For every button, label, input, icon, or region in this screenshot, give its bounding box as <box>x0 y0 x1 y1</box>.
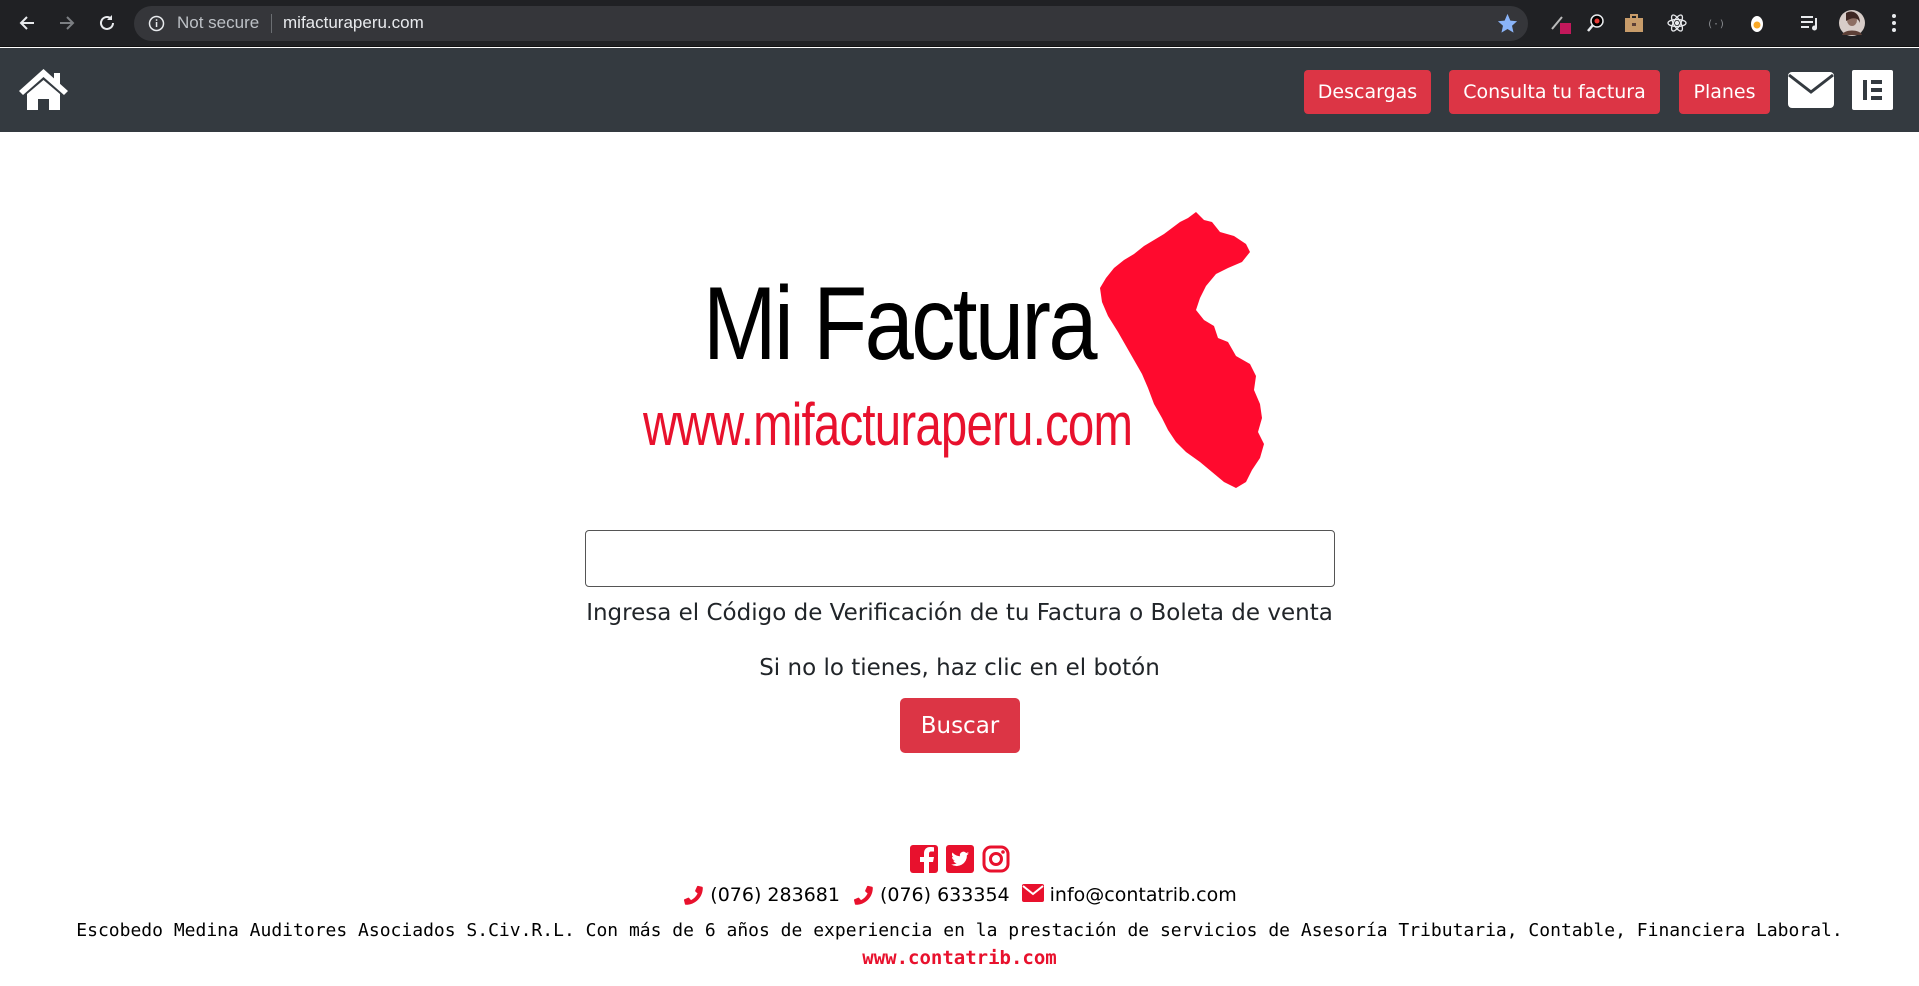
phone-number-1[interactable]: (076) 283681 <box>710 884 840 906</box>
peru-map-icon <box>1100 212 1264 488</box>
logo-url: www.mifacturaperu.com <box>643 391 1133 458</box>
phone-icon <box>852 884 874 906</box>
verification-code-input[interactable] <box>585 530 1335 587</box>
hint-text: Si no lo tienes, haz clic en el botón <box>759 655 1160 681</box>
reload-icon[interactable] <box>94 10 120 36</box>
forward-icon[interactable] <box>54 10 80 36</box>
contatrib-link[interactable]: www.contatrib.com <box>0 947 1919 969</box>
envelope-icon[interactable] <box>1788 72 1834 108</box>
contact-row: (076) 283681 (076) 633354 info@contatrib… <box>0 884 1919 906</box>
svg-text:(·): (·) <box>1707 19 1725 30</box>
info-icon[interactable] <box>148 15 165 32</box>
back-icon[interactable] <box>14 10 40 36</box>
help-text: Ingresa el Código de Verificación de tu … <box>586 600 1333 626</box>
url-text[interactable]: mifacturaperu.com <box>283 13 424 33</box>
playlist-extension-icon[interactable] <box>1798 11 1822 35</box>
egg-extension-icon[interactable] <box>1745 11 1769 35</box>
descargas-button[interactable]: Descargas <box>1304 70 1431 114</box>
security-label[interactable]: Not secure <box>177 13 259 33</box>
planes-button[interactable]: Planes <box>1679 70 1770 114</box>
browser-toolbar: Not secure mifacturaperu.com (·) <box>0 0 1919 47</box>
twitter-icon[interactable] <box>946 845 974 873</box>
email-link[interactable]: info@contatrib.com <box>1050 884 1237 906</box>
pen-extension-icon[interactable] <box>1548 11 1572 35</box>
facebook-icon[interactable] <box>910 845 938 873</box>
site-navbar: Descargas Consulta tu factura Planes <box>0 48 1919 132</box>
address-separator <box>271 14 272 33</box>
phone-icon <box>682 884 704 906</box>
briefcase-extension-icon[interactable] <box>1622 11 1646 35</box>
kebab-menu-icon[interactable] <box>1882 11 1906 35</box>
profile-avatar-icon[interactable] <box>1838 9 1866 37</box>
logo-title: Mi Factura <box>703 266 1098 382</box>
buscar-button[interactable]: Buscar <box>900 698 1020 753</box>
elementor-icon[interactable] <box>1852 70 1893 110</box>
react-extension-icon[interactable] <box>1665 11 1689 35</box>
company-description: Escobedo Medina Auditores Asociados S.Ci… <box>76 920 1843 941</box>
phone-number-2[interactable]: (076) 633354 <box>880 884 1010 906</box>
address-bar[interactable]: Not secure mifacturaperu.com <box>134 6 1528 41</box>
instagram-icon[interactable] <box>982 845 1010 873</box>
consulta-factura-button[interactable]: Consulta tu factura <box>1449 70 1660 114</box>
bookmark-star-icon[interactable] <box>1496 12 1519 35</box>
mifactura-logo: Mi Factura www.mifacturaperu.com <box>640 212 1290 492</box>
code-extension-icon[interactable]: (·) <box>1704 11 1728 35</box>
search-extension-icon[interactable] <box>1584 11 1608 35</box>
home-icon[interactable] <box>16 65 71 113</box>
envelope-icon <box>1021 884 1044 906</box>
